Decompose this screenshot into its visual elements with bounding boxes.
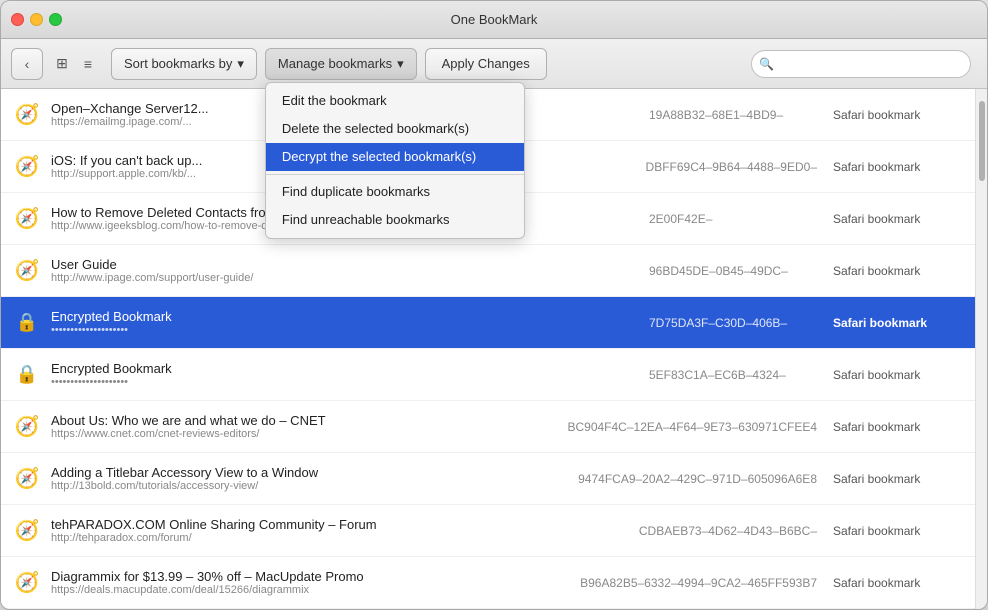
bookmark-type: Safari bookmark <box>833 108 963 122</box>
grid-view-button[interactable]: ⊞ <box>51 53 73 75</box>
window-title: One BookMark <box>451 12 538 27</box>
table-row[interactable]: 🧭 Adding a Titlebar Accessory View to a … <box>1 453 975 505</box>
bookmark-uuid: BC904F4C–12EA–4F64–9E73–630971CFEE4 <box>551 420 833 434</box>
bookmark-title: Diagrammix for $13.99 – 30% off – MacUpd… <box>51 569 564 584</box>
search-input[interactable] <box>751 50 971 78</box>
bookmark-url: http://www.ipage.com/support/user-guide/ <box>51 272 633 284</box>
delete-bookmark-label: Delete the selected bookmark(s) <box>282 121 469 136</box>
compass-icon: 🧭 <box>13 101 41 129</box>
minimize-button[interactable] <box>30 13 43 26</box>
bookmark-url: http://13bold.com/tutorials/accessory-vi… <box>51 480 562 492</box>
back-arrow-icon: ‹ <box>25 56 30 72</box>
bookmark-info: tehPARADOX.COM Online Sharing Community … <box>51 517 623 544</box>
dropdown-item-delete[interactable]: Delete the selected bookmark(s) <box>266 115 524 143</box>
bookmark-uuid: DBFF69C4–9B64–4488–9ED0– <box>630 160 833 174</box>
find-duplicates-label: Find duplicate bookmarks <box>282 184 430 199</box>
sort-dropdown-arrow-icon: ▾ <box>237 56 244 72</box>
table-row[interactable]: 🔒 Encrypted Bookmark •••••••••••••••••••… <box>1 297 975 349</box>
bookmark-url: •••••••••••••••••••• <box>51 376 633 388</box>
bookmark-uuid: CDBAEB73–4D62–4D43–B6BC– <box>623 524 833 538</box>
sort-button-label: Sort bookmarks by <box>124 56 232 71</box>
bookmark-type: Safari bookmark <box>833 524 963 538</box>
titlebar: One BookMark <box>1 1 987 39</box>
bookmark-url: http://tehparadox.com/forum/ <box>51 532 623 544</box>
bookmark-uuid: 7D75DA3F–C30D–406B– <box>633 316 833 330</box>
compass-icon: 🧭 <box>13 153 41 181</box>
bookmark-info: Diagrammix for $13.99 – 30% off – MacUpd… <box>51 569 564 596</box>
compass-icon: 🧭 <box>13 517 41 545</box>
bookmark-type: Safari bookmark <box>833 316 963 330</box>
compass-icon: 🧭 <box>13 257 41 285</box>
table-row[interactable]: 🧭 About Us: Who we are and what we do – … <box>1 401 975 453</box>
bookmark-type: Safari bookmark <box>833 420 963 434</box>
bookmark-info: About Us: Who we are and what we do – CN… <box>51 413 551 440</box>
find-unreachable-label: Find unreachable bookmarks <box>282 212 450 227</box>
edit-bookmark-label: Edit the bookmark <box>282 93 387 108</box>
bookmark-uuid: 2E00F42E– <box>633 212 833 226</box>
bookmark-uuid: 5EF83C1A–EC6B–4324– <box>633 368 833 382</box>
manage-dropdown-container: Manage bookmarks ▾ Edit the bookmark Del… <box>265 48 417 80</box>
bookmark-url: https://deals.macupdate.com/deal/15266/d… <box>51 584 564 596</box>
dropdown-item-unreachable[interactable]: Find unreachable bookmarks <box>266 206 524 234</box>
bookmark-uuid: 96BD45DE–0B45–49DC– <box>633 264 833 278</box>
bookmark-uuid: B96A82B5–6332–4994–9CA2–465FF593B7 <box>564 576 833 590</box>
manage-dropdown-menu: Edit the bookmark Delete the selected bo… <box>265 82 525 239</box>
dropdown-item-decrypt[interactable]: Decrypt the selected bookmark(s) <box>266 143 524 171</box>
bookmark-type: Safari bookmark <box>833 264 963 278</box>
main-window: One BookMark ‹ ⊞ ≡ Sort bookmarks by ▾ M… <box>0 0 988 610</box>
scrollbar-thumb[interactable] <box>979 101 985 181</box>
bookmark-url: https://www.cnet.com/cnet-reviews-editor… <box>51 428 551 440</box>
maximize-button[interactable] <box>49 13 62 26</box>
manage-button-label: Manage bookmarks <box>278 56 392 71</box>
scrollbar[interactable] <box>975 89 987 609</box>
dropdown-item-edit[interactable]: Edit the bookmark <box>266 87 524 115</box>
table-row[interactable]: 🧭 User Guide http://www.ipage.com/suppor… <box>1 245 975 297</box>
bookmark-title: User Guide <box>51 257 633 272</box>
grid-icon: ⊞ <box>56 55 68 72</box>
sort-dropdown-container: Sort bookmarks by ▾ <box>111 48 257 80</box>
bookmark-info: Encrypted Bookmark •••••••••••••••••••• <box>51 309 633 336</box>
bookmark-title: About Us: Who we are and what we do – CN… <box>51 413 551 428</box>
bookmark-type: Safari bookmark <box>833 472 963 486</box>
bookmark-info: User Guide http://www.ipage.com/support/… <box>51 257 633 284</box>
search-wrapper: 🔍 <box>751 50 977 78</box>
compass-icon: 🧭 <box>13 205 41 233</box>
view-toggle: ⊞ ≡ <box>51 53 99 75</box>
bookmark-type: Safari bookmark <box>833 576 963 590</box>
lock-icon: 🔒 <box>13 361 41 389</box>
compass-icon: 🧭 <box>13 569 41 597</box>
bookmark-type: Safari bookmark <box>833 212 963 226</box>
table-row[interactable]: 🔒 Encrypted Bookmark •••••••••••••••••••… <box>1 349 975 401</box>
table-row[interactable]: 🧭 Diagrammix for $13.99 – 30% off – MacU… <box>1 557 975 609</box>
close-button[interactable] <box>11 13 24 26</box>
list-view-button[interactable]: ≡ <box>77 53 99 75</box>
bookmark-title: Encrypted Bookmark <box>51 361 633 376</box>
bookmark-info: Adding a Titlebar Accessory View to a Wi… <box>51 465 562 492</box>
bookmark-title: Adding a Titlebar Accessory View to a Wi… <box>51 465 562 480</box>
nav-back-button[interactable]: ‹ <box>11 48 43 80</box>
search-icon: 🔍 <box>759 57 774 71</box>
bookmark-type: Safari bookmark <box>833 160 963 174</box>
toolbar: ‹ ⊞ ≡ Sort bookmarks by ▾ Manage bookmar… <box>1 39 987 89</box>
list-icon: ≡ <box>84 56 92 72</box>
bookmark-info: Encrypted Bookmark •••••••••••••••••••• <box>51 361 633 388</box>
apply-changes-button[interactable]: Apply Changes <box>425 48 547 80</box>
dropdown-item-duplicates[interactable]: Find duplicate bookmarks <box>266 178 524 206</box>
manage-dropdown-arrow-icon: ▾ <box>397 56 404 72</box>
bookmark-title: tehPARADOX.COM Online Sharing Community … <box>51 517 623 532</box>
lock-icon: 🔒 <box>13 309 41 337</box>
bookmark-uuid: 19A88B32–68E1–4BD9– <box>633 108 833 122</box>
sort-bookmarks-button[interactable]: Sort bookmarks by ▾ <box>111 48 257 80</box>
decrypt-bookmark-label: Decrypt the selected bookmark(s) <box>282 149 476 164</box>
window-controls <box>11 13 62 26</box>
manage-bookmarks-button[interactable]: Manage bookmarks ▾ <box>265 48 417 80</box>
dropdown-separator <box>266 174 524 175</box>
bookmark-type: Safari bookmark <box>833 368 963 382</box>
bookmark-uuid: 9474FCA9–20A2–429C–971D–605096A6E8 <box>562 472 833 486</box>
bookmark-url: •••••••••••••••••••• <box>51 324 633 336</box>
compass-icon: 🧭 <box>13 465 41 493</box>
compass-icon: 🧭 <box>13 413 41 441</box>
table-row[interactable]: 🧭 tehPARADOX.COM Online Sharing Communit… <box>1 505 975 557</box>
bookmark-title: Encrypted Bookmark <box>51 309 633 324</box>
